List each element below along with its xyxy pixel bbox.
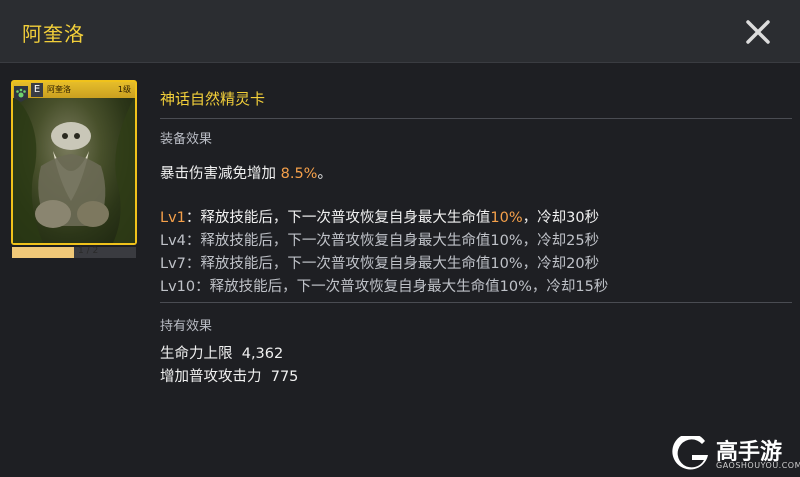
card-progress-bar: 1 / 2 [12, 246, 136, 258]
level-effect-row: Lv4：释放技能后，下一次普攻恢复自身最大生命值10%，冷却25秒 [160, 229, 599, 250]
level-tag: Lv10 [160, 279, 196, 295]
gaoshouyou-logo-icon [672, 436, 708, 470]
level-cooldown: ，冷却25秒 [522, 233, 600, 249]
level-text: ：释放技能后，下一次普攻恢复自身最大生命值 [185, 233, 491, 249]
hold-stat-row: 生命力上限 4,362 [160, 342, 283, 363]
close-icon [746, 20, 770, 44]
divider [160, 118, 792, 119]
hold-effect-label: 持有效果 [160, 319, 213, 334]
level-effect-row: Lv1：释放技能后，下一次普攻恢复自身最大生命值10%，冷却30秒 [160, 206, 599, 227]
equip-effect-value: 8.5% [280, 166, 318, 182]
watermark-domain: GAOSHOUYOU.COM [716, 461, 800, 470]
card-level: 1级 [117, 85, 131, 94]
divider [160, 302, 792, 303]
level-tag: Lv1 [160, 210, 186, 226]
card-grade: E [31, 83, 43, 97]
level-cooldown: ，冷却30秒 [522, 210, 600, 226]
card-type-label: 神话自然精灵卡 [160, 90, 266, 108]
level-tag: Lv7 [160, 256, 186, 272]
card-type: 神话自然精灵卡 [160, 88, 792, 109]
level-effect-row: Lv10：释放技能后，下一次普攻恢复自身最大生命值10%，冷却15秒 [160, 275, 608, 296]
level-tag: Lv4 [160, 233, 186, 249]
hold-stat-name: 生命力上限 [160, 346, 233, 362]
level-percent: 10% [490, 233, 523, 249]
watermark-logo: 高手游 GAOSHOUYOU.COM [672, 434, 800, 474]
level-percent: 10% [490, 256, 523, 272]
level-cooldown: ，冷却20秒 [522, 256, 600, 272]
close-button[interactable] [742, 16, 774, 48]
card-title-bar: E 阿奎洛 1级 [13, 82, 135, 102]
dialog-header: 阿奎洛 [0, 0, 800, 63]
hold-stat-row: 增加普攻攻击力 775 [160, 365, 298, 386]
character-art [13, 96, 135, 243]
card-name: 阿奎洛 [47, 85, 71, 94]
level-text: ：释放技能后，下一次普攻恢复自身最大生命值 [185, 210, 491, 226]
hold-stat-name: 增加普攻攻击力 [160, 369, 262, 385]
equip-effect-suffix: 。 [317, 166, 332, 182]
equip-effect-label: 装备效果 [160, 132, 213, 147]
level-percent: 10% [499, 279, 532, 295]
equip-effect-prefix: 暴击伤害减免增加 [160, 166, 281, 182]
equip-effect-text: 暴击伤害减免增加 8.5%。 [160, 162, 332, 183]
paw-icon [14, 86, 28, 102]
hold-stat-value: 4,362 [241, 346, 284, 362]
level-text: ：释放技能后，下一次普攻恢复自身最大生命值 [195, 279, 500, 295]
card-progress-text: 1 / 2 [78, 246, 99, 256]
dialog-title: 阿奎洛 [22, 22, 85, 46]
level-cooldown: ，冷却15秒 [531, 279, 609, 295]
level-text: ：释放技能后，下一次普攻恢复自身最大生命值 [185, 256, 491, 272]
level-percent: 10% [490, 210, 523, 226]
card-progress-fill [12, 247, 74, 258]
hold-stat-value: 775 [270, 369, 299, 385]
level-effect-row: Lv7：释放技能后，下一次普攻恢复自身最大生命值10%，冷却20秒 [160, 252, 599, 273]
card-image: E 阿奎洛 1级 [11, 80, 137, 245]
